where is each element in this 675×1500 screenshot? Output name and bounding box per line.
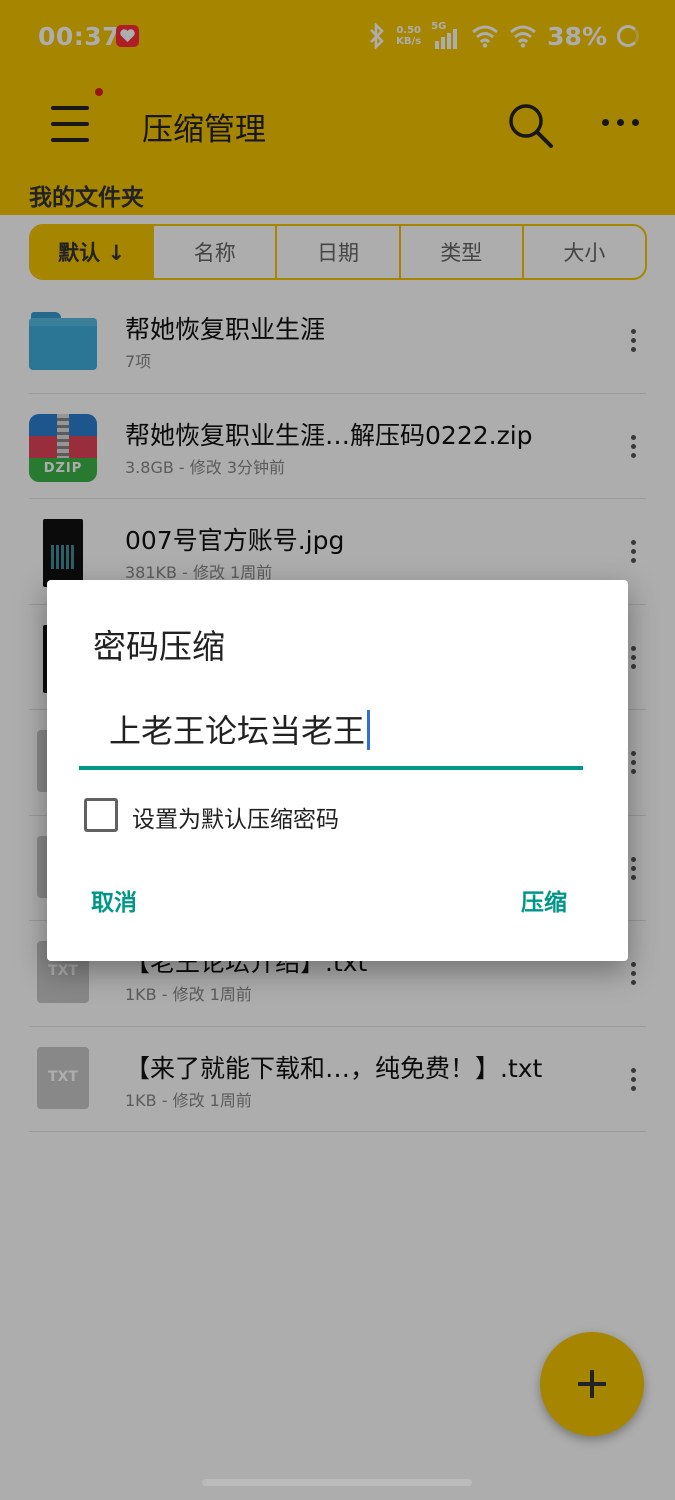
password-compress-dialog: 密码压缩 上老王论坛当老王 设置为默认压缩密码 取消 压缩 (47, 580, 628, 961)
input-underline (79, 766, 583, 770)
password-value[interactable]: 上老王论坛当老王 (109, 706, 371, 752)
cancel-button[interactable]: 取消 (91, 883, 137, 917)
default-password-checkbox[interactable] (84, 798, 118, 832)
password-input[interactable]: 上老王论坛当老王 (79, 692, 583, 772)
text-cursor (367, 710, 371, 750)
dialog-title: 密码压缩 (93, 627, 225, 666)
compress-button[interactable]: 压缩 (521, 883, 567, 917)
gesture-handle[interactable] (202, 1479, 472, 1486)
checkbox-label: 设置为默认压缩密码 (132, 807, 339, 833)
